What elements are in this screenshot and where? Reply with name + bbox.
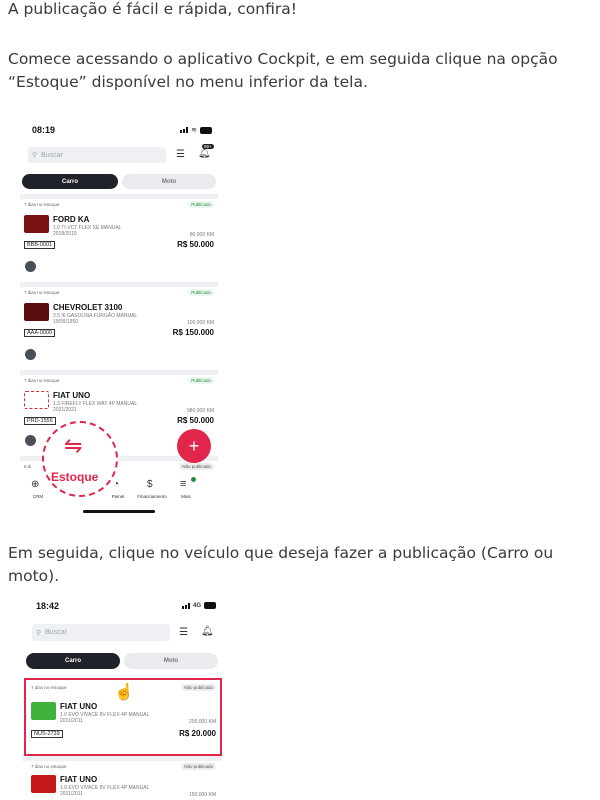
search-icon: ⚲ <box>36 629 42 637</box>
vehicle-price: R$ 50.000 <box>177 240 214 249</box>
status-time: 08:19 <box>32 125 56 135</box>
vehicle-price: R$ 150.000 <box>172 328 214 337</box>
search-input[interactable]: ⚲ Buscar <box>32 624 170 641</box>
tab-carro[interactable]: Carro <box>26 653 120 669</box>
vehicle-card[interactable]: 7 dias no estoque Não publicado FIAT UNO… <box>22 756 222 800</box>
menu-dot <box>191 477 196 482</box>
search-placeholder: Buscar <box>41 151 63 159</box>
vehicle-title: CHEVROLET 3100 <box>53 303 123 312</box>
vehicle-title: FORD KA <box>53 215 90 224</box>
vehicle-km: 80.000 KM <box>189 232 214 238</box>
days-in-stock: 7 dias no estoque <box>24 202 60 207</box>
vehicle-thumbnail <box>24 391 49 409</box>
vehicle-thumbnail <box>31 702 56 720</box>
status-time: 18:42 <box>36 601 60 611</box>
battery-icon <box>200 126 212 134</box>
vehicle-card[interactable]: 7 dias no estoque Não publicado ☝ FIAT U… <box>22 678 222 758</box>
vehicle-price: R$ 20.000 <box>179 729 216 738</box>
menu-icon[interactable]: ≡ <box>180 478 186 490</box>
vehicle-year: 19/09/1950 <box>53 319 79 325</box>
vehicle-card[interactable]: 7 dias no estoque Publicado FORD KA 1.0 … <box>20 194 218 282</box>
days-in-stock: 7 dias no estoque <box>31 685 67 690</box>
vehicle-year: 2011/2011 <box>60 791 83 797</box>
vehicle-year: 2021/2021 <box>53 407 77 413</box>
screenshot-cockpit-estoque: 08:19 ≋ ⚲ Buscar ☰ 🔔︎ 99+ Carro Moto 7 d… <box>20 118 218 518</box>
step1-text: Comece acessando o aplicativo Cockpit, e… <box>8 50 558 91</box>
nav-financiamento[interactable]: Financiamento <box>132 494 172 499</box>
status-icons: ≋ <box>180 126 212 134</box>
status-icons: 4G <box>181 602 216 609</box>
avatar <box>25 349 36 360</box>
intro-text: A publicação é fácil e rápida, confira! <box>8 0 297 18</box>
vehicle-card[interactable]: 7 dias no estoque Publicado CHEVROLET 31… <box>20 282 218 370</box>
tab-moto[interactable]: Moto <box>124 653 218 669</box>
days-in-stock: 7 dias no estoque <box>31 764 67 769</box>
estoque-label: Estoque <box>51 470 99 484</box>
signal-icon <box>181 602 190 609</box>
vehicle-plate: BBB-0001 <box>24 241 56 249</box>
bell-icon[interactable]: 🔔︎ <box>201 626 214 637</box>
search-icon: ⚲ <box>32 152 38 159</box>
screenshot-select-vehicle: 18:42 4G ⚲ Buscar ☰ 🔔︎ Carro Moto 7 dias… <box>22 590 222 800</box>
days-in-stock: 7 dias no estoque <box>24 378 60 383</box>
nav-painel[interactable]: Painel <box>106 494 130 499</box>
avatar <box>25 261 36 272</box>
vehicle-year: 2011/2011 <box>60 718 83 724</box>
status-badge: Não publicado <box>181 763 216 770</box>
add-vehicle-button[interactable]: + <box>177 429 211 463</box>
status-badge: Não publicado <box>181 684 216 691</box>
tab-carro[interactable]: Carro <box>22 174 118 189</box>
home-indicator <box>83 510 155 513</box>
vehicle-price: R$ 50.000 <box>177 416 214 425</box>
vehicle-thumbnail <box>24 303 49 321</box>
vehicle-title: FIAT UNO <box>60 775 98 784</box>
vehicle-km: 980.000 KM <box>187 408 214 414</box>
vehicle-thumbnail <box>24 215 49 233</box>
vehicle-year: 2018/2019 <box>53 231 77 237</box>
status-badge: Não publicado <box>179 463 214 470</box>
signal-icon <box>180 127 189 133</box>
avatar <box>25 435 36 446</box>
vehicle-km: 100.000 KM <box>187 320 214 326</box>
money-icon[interactable]: $ <box>147 479 153 490</box>
hand-pointer-icon: ☝ <box>114 684 134 701</box>
nav-crm[interactable]: CRM <box>26 494 50 499</box>
days-in-stock: 8 di <box>24 464 32 469</box>
vehicle-plate: NUS-2739 <box>31 730 63 738</box>
step2-text: Em seguida, clique no veículo que deseja… <box>8 544 554 585</box>
status-badge: Publicado <box>188 289 214 296</box>
vehicle-thumbnail <box>31 775 56 793</box>
status-badge: Publicado <box>188 201 214 208</box>
days-in-stock: 7 dias no estoque <box>24 290 60 295</box>
tab-moto[interactable]: Moto <box>122 174 216 189</box>
vehicle-plate: PRD-1556 <box>24 417 56 425</box>
notification-badge: 99+ <box>202 144 214 149</box>
vehicle-title: FIAT UNO <box>53 391 91 400</box>
filter-icon[interactable]: ☰ <box>176 149 185 160</box>
bell-icon[interactable]: 🔔︎ <box>198 148 211 159</box>
network-label: 4G <box>192 602 201 609</box>
estoque-icon: ⇋ <box>64 433 83 458</box>
status-badge: Publicado <box>188 377 214 384</box>
search-input[interactable]: ⚲ Buscar <box>28 147 166 163</box>
crm-icon[interactable]: ⊕ <box>31 479 39 490</box>
battery-icon <box>204 602 216 609</box>
vehicle-plate: AAA-0000 <box>24 329 56 337</box>
nav-mais[interactable]: Mais <box>174 494 198 499</box>
wifi-icon: ≋ <box>191 127 197 134</box>
vehicle-title: FIAT UNO <box>60 702 98 711</box>
dashboard-icon[interactable]: ◔ <box>113 479 119 490</box>
search-placeholder: Buscar <box>45 629 67 636</box>
vehicle-km: 200.000 KM <box>189 719 216 725</box>
filter-icon[interactable]: ☰ <box>179 627 188 638</box>
vehicle-km: 150.000 KM <box>189 792 216 798</box>
